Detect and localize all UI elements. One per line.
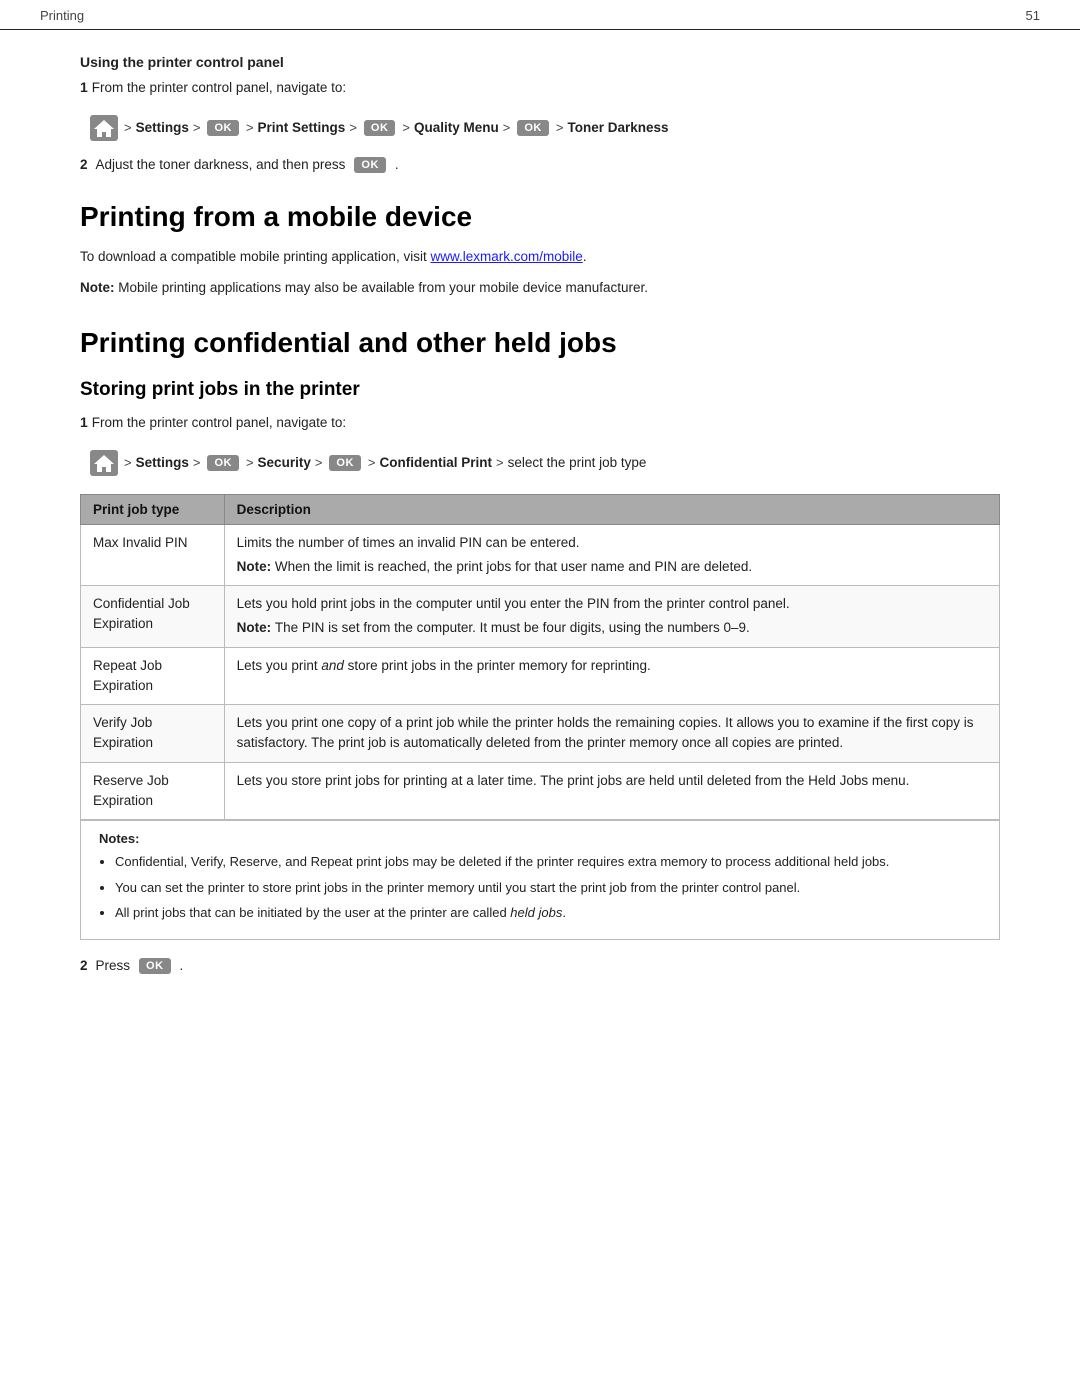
nav-settings-1: Settings (136, 120, 189, 135)
step1-text-s3: From the printer control panel, navigate… (92, 413, 346, 434)
notes-list-item: You can set the printer to store print j… (115, 878, 981, 898)
page-header: Printing 51 (0, 0, 1080, 30)
table-row: Reserve Job ExpirationLets you store pri… (81, 762, 1000, 820)
ok-btn-s3-1: OK (207, 455, 239, 471)
notes-list-item: All print jobs that can be initiated by … (115, 903, 981, 923)
step2-row-s3: 2 Press OK . (80, 958, 1000, 974)
nav-gt-2: > (193, 120, 201, 135)
mobile-note-text: Mobile printing applications may also be… (118, 280, 648, 295)
nav-select-label: select the print job type (508, 455, 647, 470)
table-cell-type: Reserve Job Expiration (81, 762, 225, 820)
nav-print-settings: Print Settings (258, 120, 346, 135)
nav-confidential-print: Confidential Print (380, 455, 493, 470)
table-cell-description: Limits the number of times an invalid PI… (224, 524, 999, 586)
step-number-s3-1: 1 (80, 414, 88, 430)
table-row: Max Invalid PINLimits the number of time… (81, 524, 1000, 586)
nav-gt-4: > (349, 120, 357, 135)
table-cell-description: Lets you print and store print jobs in t… (224, 647, 999, 705)
notes-list-item: Confidential, Verify, Reserve, and Repea… (115, 852, 981, 872)
step-num-s3-2: 2 (80, 958, 88, 973)
nav-gt-s3-3: > (246, 455, 254, 470)
ok-btn-s3-2: OK (329, 455, 361, 471)
nav-gt-5: > (402, 120, 410, 135)
table-header-row: Print job type Description (81, 494, 1000, 524)
table-header-description: Description (224, 494, 999, 524)
notes-label: Notes: (99, 831, 981, 846)
table-cell-type: Repeat Job Expiration (81, 647, 225, 705)
section-printer-control: Using the printer control panel 1 From t… (80, 54, 1000, 173)
ok-btn-3: OK (517, 120, 549, 136)
nav-path-1: > Settings > OK > Print Settings > OK > … (80, 109, 1000, 147)
nav-gt-6: > (503, 120, 511, 135)
nav-path-2: > Settings > OK > Security > OK > Confid… (80, 444, 1000, 482)
notes-list: Confidential, Verify, Reserve, and Repea… (115, 852, 981, 923)
table-row: Verify Job ExpirationLets you print one … (81, 705, 1000, 763)
nav-settings-s3: Settings (136, 455, 189, 470)
nav-gt-7: > (556, 120, 564, 135)
table-note-label: Note: (237, 559, 275, 574)
step1-line: 1 From the printer control panel, naviga… (80, 78, 1000, 99)
nav-gt-s3-5: > (368, 455, 376, 470)
nav-security: Security (258, 455, 311, 470)
mobile-link[interactable]: www.lexmark.com/mobile (430, 249, 582, 264)
table-cell-type: Max Invalid PIN (81, 524, 225, 586)
home-icon (90, 115, 118, 141)
main-heading-mobile: Printing from a mobile device (80, 201, 1000, 233)
step-num-2: 2 (80, 157, 88, 172)
step1-line-s3: 1 From the printer control panel, naviga… (80, 413, 1000, 434)
ok-btn-step2: OK (354, 157, 386, 173)
step2-period-s3: . (180, 958, 184, 973)
nav-gt-3: > (246, 120, 254, 135)
nav-quality-menu: Quality Menu (414, 120, 499, 135)
page-number: 51 (1026, 8, 1040, 23)
mobile-note-label: Note: (80, 280, 115, 295)
ok-btn-1: OK (207, 120, 239, 136)
nav-toner-darkness: Toner Darkness (567, 120, 668, 135)
print-job-table: Print job type Description Max Invalid P… (80, 494, 1000, 821)
step1-text: From the printer control panel, navigate… (92, 78, 346, 99)
table-cell-description: Lets you hold print jobs in the computer… (224, 586, 999, 648)
ok-btn-2: OK (364, 120, 396, 136)
table-cell-type: Confidential Job Expiration (81, 586, 225, 648)
mobile-body-after: . (583, 249, 587, 264)
main-content: Using the printer control panel 1 From t… (0, 30, 1080, 1014)
table-cell-description: Lets you print one copy of a print job w… (224, 705, 999, 763)
table-row: Confidential Job ExpirationLets you hold… (81, 586, 1000, 648)
table-header-type: Print job type (81, 494, 225, 524)
main-heading-confidential: Printing confidential and other held job… (80, 327, 1000, 359)
nav-gt-s3-4: > (315, 455, 323, 470)
header-left: Printing (40, 8, 84, 23)
table-cell-description: Lets you store print jobs for printing a… (224, 762, 999, 820)
table-note-label: Note: (237, 620, 275, 635)
mobile-body-text: To download a compatible mobile printing… (80, 249, 427, 264)
nav-gt-s3-1: > (124, 455, 132, 470)
step2-row-1: 2 Adjust the toner darkness, and then pr… (80, 157, 1000, 173)
mobile-body: To download a compatible mobile printing… (80, 247, 1000, 268)
ok-btn-s3-step2: OK (139, 958, 171, 974)
home-icon-2 (90, 450, 118, 476)
nav-gt-s3-6: > (496, 455, 504, 470)
step2-text-1: Adjust the toner darkness, and then pres… (96, 157, 346, 172)
step2-period: . (395, 157, 399, 172)
step-number-1: 1 (80, 79, 88, 95)
sub-heading-storing: Storing print jobs in the printer (80, 379, 1000, 401)
notes-box: Notes: Confidential, Verify, Reserve, an… (80, 820, 1000, 940)
nav-gt-1: > (124, 120, 132, 135)
nav-gt-s3-2: > (193, 455, 201, 470)
step2-text-s3: Press (96, 958, 131, 973)
subsection-heading-1: Using the printer control panel (80, 54, 1000, 70)
mobile-note: Note: Mobile printing applications may a… (80, 278, 1000, 299)
table-cell-type: Verify Job Expiration (81, 705, 225, 763)
table-row: Repeat Job ExpirationLets you print and … (81, 647, 1000, 705)
